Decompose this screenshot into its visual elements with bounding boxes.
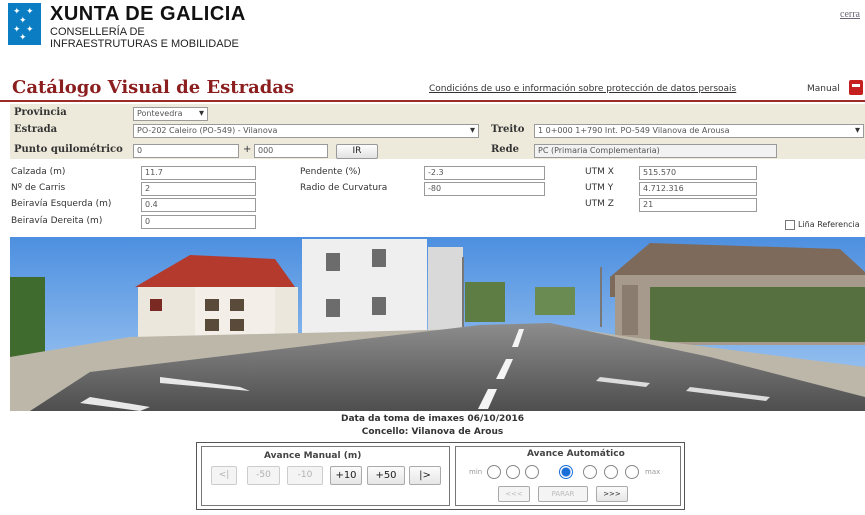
- radio-curvatura-field: -80: [424, 182, 545, 196]
- auto-stop-button[interactable]: PARAR: [538, 486, 588, 502]
- photo-council: Concello: Vilanova de Arous: [361, 427, 504, 437]
- berma-dereita-label: Beiravía Dereita (m): [11, 216, 103, 226]
- org-department-line1: CONSELLERÍA DE: [50, 26, 145, 38]
- pk-label: Punto quilométrico: [14, 144, 123, 155]
- utm-z-label: UTM Z: [585, 199, 614, 209]
- auto-forward-button[interactable]: >>>: [596, 486, 628, 502]
- speed-radio-7[interactable]: [625, 465, 639, 479]
- speed-max-label: max: [645, 468, 661, 476]
- calzada-field: 11.7: [141, 166, 256, 180]
- manual-advance-title: Avance Manual (m): [264, 451, 362, 461]
- xunta-logo-icon: ✦ ✦ ✦ ✦ ✦ ✦: [8, 3, 41, 45]
- terms-privacy-link[interactable]: Condicións de uso e información sobre pr…: [429, 84, 736, 94]
- radio-curvatura-label: Radio de Curvatura: [300, 183, 388, 193]
- utm-x-label: UTM X: [585, 167, 614, 177]
- auto-advance-title: Avance Automático: [527, 449, 625, 459]
- pk-plus-sign: +: [243, 144, 252, 155]
- provincia-label: Provincia: [14, 107, 67, 118]
- close-link[interactable]: cerra: [840, 9, 860, 20]
- estrada-select[interactable]: PO-202 Caleiro (PO-549) - Vilanova: [133, 124, 479, 138]
- provincia-select[interactable]: Pontevedra: [133, 107, 208, 121]
- manual-forward-10-button[interactable]: +10: [330, 466, 362, 485]
- manual-first-button[interactable]: <|: [211, 466, 237, 485]
- utm-z-field: 21: [639, 198, 757, 212]
- go-button[interactable]: IR: [336, 144, 378, 159]
- calzada-label: Calzada (m): [11, 167, 66, 177]
- utm-y-field: 4.712.316: [639, 182, 757, 196]
- manual-back-10-button[interactable]: -10: [287, 466, 323, 485]
- org-department-line2: INFRAESTRUTURAS E MOBILIDADE: [50, 38, 239, 50]
- org-name: XUNTA DE GALICIA: [50, 3, 246, 25]
- page-title: Catálogo Visual de Estradas: [12, 77, 295, 98]
- berma-esquerda-label: Beiravía Esquerda (m): [11, 199, 112, 209]
- manual-forward-50-button[interactable]: +50: [367, 466, 405, 485]
- manual-back-50-button[interactable]: -50: [247, 466, 280, 485]
- rede-field: PC (Primaria Complementaria): [534, 144, 777, 158]
- berma-esquerda-field: 0.4: [141, 198, 256, 212]
- carris-field: 2: [141, 182, 256, 196]
- speed-radio-1[interactable]: [487, 465, 501, 479]
- manual-last-button[interactable]: |>: [409, 466, 441, 485]
- utm-y-label: UTM Y: [585, 183, 614, 193]
- treito-label: Treito: [491, 124, 525, 135]
- photo-date: Data da toma de imaxes 06/10/2016: [340, 414, 525, 424]
- speed-radio-3[interactable]: [525, 465, 539, 479]
- speed-radio-5[interactable]: [583, 465, 597, 479]
- speed-radio-2[interactable]: [506, 465, 520, 479]
- pendente-label: Pendente (%): [300, 167, 361, 177]
- pk-m-input[interactable]: 000: [254, 144, 328, 158]
- treito-select[interactable]: 1 0+000 1+790 Int. PO-549 Vilanova de Ar…: [534, 124, 864, 138]
- rede-label: Rede: [491, 144, 520, 155]
- pk-km-input[interactable]: 0: [133, 144, 239, 158]
- speed-min-label: min: [469, 468, 483, 476]
- speed-radio-4[interactable]: [559, 465, 573, 479]
- speed-radio-6[interactable]: [604, 465, 618, 479]
- pendente-field: -2.3: [424, 166, 545, 180]
- pdf-manual-icon[interactable]: [849, 80, 863, 95]
- auto-back-button[interactable]: <<<: [498, 486, 530, 502]
- utm-x-field: 515.570: [639, 166, 757, 180]
- estrada-label: Estrada: [14, 124, 58, 135]
- manual-link[interactable]: Manual: [807, 84, 840, 94]
- carris-label: Nº de Carris: [11, 183, 66, 193]
- linea-referencia-checkbox[interactable]: [785, 220, 795, 230]
- linea-referencia-label: Liña Referencia: [798, 220, 860, 229]
- berma-dereita-field: 0: [141, 215, 256, 229]
- street-view-photo: [10, 237, 865, 411]
